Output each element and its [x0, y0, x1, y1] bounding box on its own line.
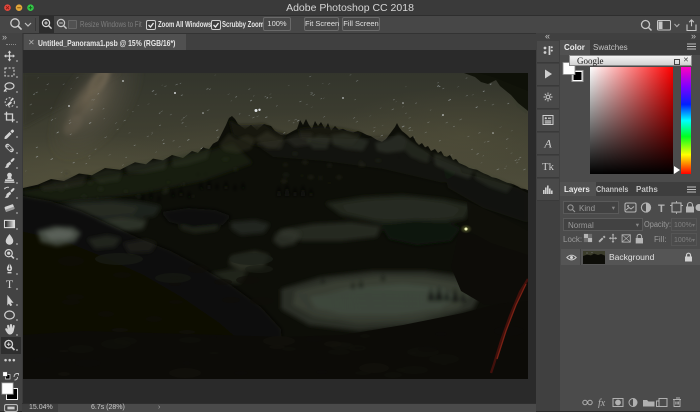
- svg-text:fx: fx: [598, 398, 606, 408]
- svg-text:A: A: [543, 137, 552, 151]
- svg-text:T: T: [658, 203, 665, 214]
- svg-text:Tk: Tk: [542, 162, 554, 173]
- svg-text:T: T: [6, 277, 14, 291]
